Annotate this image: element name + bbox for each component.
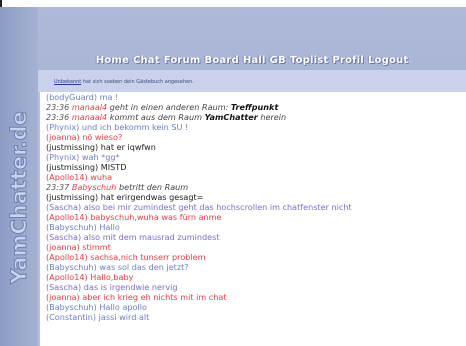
chat-line: (joanna) stimmt <box>46 242 462 252</box>
chat-message: ma ! <box>99 92 119 102</box>
chat-username: (Babyschuh) <box>46 262 97 272</box>
chat-message: jassi wird alt <box>98 312 150 322</box>
chat-username: (Apollo14) <box>46 252 88 262</box>
chat-username: (justmissing) <box>46 162 99 172</box>
chat-username: manaal4 <box>71 102 108 112</box>
notice-user-link[interactable]: Unbekannt <box>54 79 81 85</box>
chat-message: wah *gg* <box>81 152 120 162</box>
nav-item-board[interactable]: Board <box>205 55 239 66</box>
chat-message: Hallo,baby <box>90 272 134 282</box>
chat-message: also mit dem mausrad zumindest <box>83 232 220 242</box>
chat-line: (Sascha) das is irgendwie nervig <box>46 282 462 292</box>
chat-window[interactable]: (bodyGuard) ma ! 23:36 manaal4 geht in ei… <box>38 92 466 346</box>
chat-username: (justmissing) <box>46 192 99 202</box>
chat-line: (Babyschuh) Hallo <box>46 222 462 232</box>
chat-line: 23:37 Babyschuh betritt den Raum <box>46 182 462 192</box>
chat-system-text: betritt den Raum <box>118 182 189 192</box>
chat-line: (Apollo14) Hallo,baby <box>46 272 462 282</box>
chat-username: (Apollo14) <box>46 172 88 182</box>
site-logo: YamChatter.de <box>0 88 38 288</box>
nav-item-chat[interactable]: Chat <box>133 55 160 66</box>
nav-item-hall[interactable]: Hall <box>243 55 266 66</box>
chat-message: hat erirgendwas gesagt= <box>100 192 204 202</box>
chat-username: (Phynix) <box>46 122 80 132</box>
chat-line: (Constantin) jassi wird alt <box>46 312 462 322</box>
chat-username: (joanna) <box>46 132 80 142</box>
chat-system-text: kommt aus dem Raum <box>109 112 202 122</box>
chat-lines: (bodyGuard) ma ! 23:36 manaal4 geht in ei… <box>46 92 462 322</box>
notice-text: hat sich soeben dein Gästebuch angesehen… <box>82 79 194 85</box>
chat-username: (Babyschuh) <box>46 222 97 232</box>
chat-line: (Phynix) und ich bekomm kein SU ! <box>46 122 462 132</box>
notice-message: Unbekannt hat sich soeben dein Gästebuch… <box>54 79 194 85</box>
chat-room-name: Treffpunkt <box>230 102 279 112</box>
chat-line: (Babyschuh) was sol das den jetzt? <box>46 262 462 272</box>
chat-line: (bodyGuard) ma ! <box>46 92 462 102</box>
chat-timestamp: 23:36 <box>46 102 70 112</box>
chat-line: (justmissing) hat er iqwfwn <box>46 142 462 152</box>
chat-username: Babyschuh <box>71 182 117 192</box>
nav-item-forum[interactable]: Forum <box>164 55 201 66</box>
chat-line: (Apollo14) wuha <box>46 172 462 182</box>
chat-username: (Apollo14) <box>46 272 88 282</box>
chat-system-text: herein <box>260 112 287 122</box>
chat-message: MISTD <box>100 162 127 172</box>
chat-username: (Apollo14) <box>46 212 88 222</box>
chat-username: (Sascha) <box>46 282 82 292</box>
chat-message: aber ich krieg eh nichts mit im chat <box>82 292 227 302</box>
chat-line: (justmissing) MISTD <box>46 162 462 172</box>
chat-line: (Sascha) also mit dem mausrad zumindest <box>46 232 462 242</box>
chat-message: was sol das den jetzt? <box>99 262 189 272</box>
chat-message: Hallo apollo <box>99 302 147 312</box>
chat-username: (Constantin) <box>46 312 97 322</box>
nav-item-toplist[interactable]: Toplist <box>290 55 329 66</box>
chat-message: hat er iqwfwn <box>100 142 156 152</box>
logo-text: YamChatter.de <box>7 111 31 285</box>
chat-message: babyschuh,wuha was fürn anme <box>90 212 222 222</box>
chat-line: 23:36 manaal4 kommt aus dem Raum YamChat… <box>46 112 462 122</box>
chat-room-name: YamChatter <box>204 112 258 122</box>
nav-item-profil[interactable]: Profil <box>332 55 364 66</box>
main-navigation: Home Chat Forum Board Hall GB Toplist Profil Log… <box>38 48 466 66</box>
chat-line: (joanna) aber ich krieg eh nichts mit im… <box>46 292 462 302</box>
chat-message: das is irgendwie nervig <box>83 282 178 292</box>
nav-item-home[interactable]: Home <box>96 55 129 66</box>
chat-line: (Apollo14) sachsa,nich tunserr problem <box>46 252 462 262</box>
logo-graphic: YamChatter.de <box>7 111 32 286</box>
chat-line: (Phynix) wah *gg* <box>46 152 462 162</box>
chat-message: stimmt <box>82 242 111 252</box>
chat-message: sachsa,nich tunserr problem <box>90 252 206 262</box>
chat-username: (bodyGuard) <box>46 92 98 102</box>
chat-timestamp: 23:36 <box>46 112 70 122</box>
chat-message: nö wieso? <box>82 132 123 142</box>
chat-message: und ich bekomm kein SU ! <box>81 122 189 132</box>
notice-bar: Unbekannt hat sich soeben dein Gästebuch… <box>38 70 466 92</box>
chat-line: (joanna) nö wieso? <box>46 132 462 142</box>
chat-username: (Sascha) <box>46 232 82 242</box>
chat-message: also bei mir zumindest geht das hochscro… <box>83 202 352 212</box>
chat-username: (Babyschuh) <box>46 302 97 312</box>
chat-system-text: geht in einen anderen Raum: <box>109 102 229 112</box>
corner-tick <box>0 0 2 7</box>
nav-item-gb[interactable]: GB <box>270 55 286 66</box>
chat-line: (Babyschuh) Hallo apollo <box>46 302 462 312</box>
chat-username: (justmissing) <box>46 142 99 152</box>
chat-line: (Sascha) also bei mir zumindest geht das… <box>46 202 462 212</box>
chat-line: (justmissing) hat erirgendwas gesagt= <box>46 192 462 202</box>
nav-item-logout[interactable]: Logout <box>368 55 408 66</box>
chat-username: (Phynix) <box>46 152 80 162</box>
chat-line: (Apollo14) babyschuh,wuha was fürn anme <box>46 212 462 222</box>
chat-line: 23:36 manaal4 geht in einen anderen Raum… <box>46 102 462 112</box>
chat-timestamp: 23:37 <box>46 182 70 192</box>
chat-username: (joanna) <box>46 242 80 252</box>
chat-username: (joanna) <box>46 292 80 302</box>
chat-message: Hallo <box>99 222 120 232</box>
chat-message: wuha <box>90 172 113 182</box>
chat-username: manaal4 <box>71 112 108 122</box>
chat-username: (Sascha) <box>46 202 82 212</box>
